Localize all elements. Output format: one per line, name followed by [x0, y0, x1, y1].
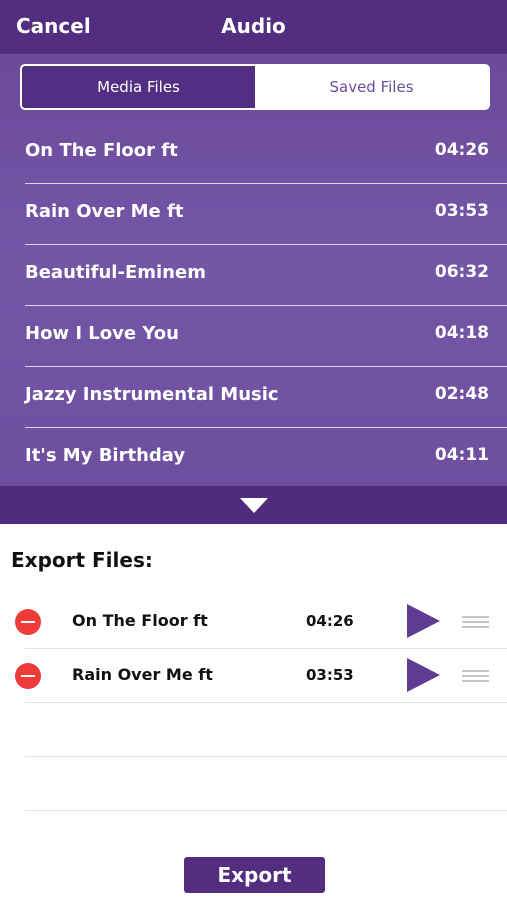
track-name: On The Floor ft	[25, 140, 178, 161]
empty-slot	[25, 703, 507, 757]
export-button[interactable]: Export	[184, 857, 325, 893]
track-duration: 04:11	[434, 445, 489, 465]
track-row[interactable]: Rain Over Me ft 03:53	[25, 184, 507, 245]
cancel-button[interactable]: Cancel	[16, 14, 91, 38]
track-row[interactable]: On The Floor ft 04:26	[25, 123, 507, 184]
track-row[interactable]: How I Love You 04:18	[25, 306, 507, 367]
track-name: Beautiful-Eminem	[25, 262, 206, 283]
track-duration: 02:48	[434, 384, 489, 404]
play-icon[interactable]	[407, 658, 440, 692]
track-name: Rain Over Me ft	[25, 201, 184, 222]
track-duration: 04:18	[434, 323, 489, 343]
remove-minus-icon[interactable]	[15, 609, 41, 635]
track-row[interactable]: Beautiful-Eminem 06:32	[25, 245, 507, 306]
export-list: On The Floor ft 04:26 Rain Over Me ft 03…	[0, 595, 507, 811]
track-duration: 06:32	[434, 262, 489, 282]
export-files-heading: Export Files:	[11, 548, 153, 572]
track-name: It's My Birthday	[25, 445, 186, 466]
chevron-down-icon	[240, 498, 268, 513]
drag-handle-icon[interactable]	[462, 670, 489, 682]
export-item-duration: 03:53	[306, 666, 354, 684]
navigation-bar: Cancel Audio	[0, 0, 507, 54]
track-list: On The Floor ft 04:26 Rain Over Me ft 03…	[0, 123, 507, 489]
source-segmented-control: Media Files Saved Files	[20, 64, 490, 110]
track-name: How I Love You	[25, 323, 179, 344]
collapse-toggle[interactable]	[0, 486, 507, 524]
export-item: On The Floor ft 04:26	[15, 595, 507, 649]
drag-handle-icon[interactable]	[462, 616, 489, 628]
export-item-duration: 04:26	[306, 612, 354, 630]
export-item-name: Rain Over Me ft	[72, 665, 213, 684]
export-item: Rain Over Me ft 03:53	[15, 649, 507, 703]
track-duration: 04:26	[434, 140, 489, 160]
remove-minus-icon[interactable]	[15, 663, 41, 689]
empty-slot	[25, 757, 507, 811]
track-name: Jazzy Instrumental Music	[25, 384, 279, 405]
track-row[interactable]: It's My Birthday 04:11	[25, 428, 507, 489]
tab-saved-files[interactable]: Saved Files	[255, 66, 488, 108]
tab-media-files[interactable]: Media Files	[22, 66, 255, 108]
track-duration: 03:53	[434, 201, 489, 221]
export-item-name: On The Floor ft	[72, 611, 208, 630]
play-icon[interactable]	[407, 604, 440, 638]
track-row[interactable]: Jazzy Instrumental Music 02:48	[25, 367, 507, 428]
media-panel: Media Files Saved Files On The Floor ft …	[0, 54, 507, 486]
